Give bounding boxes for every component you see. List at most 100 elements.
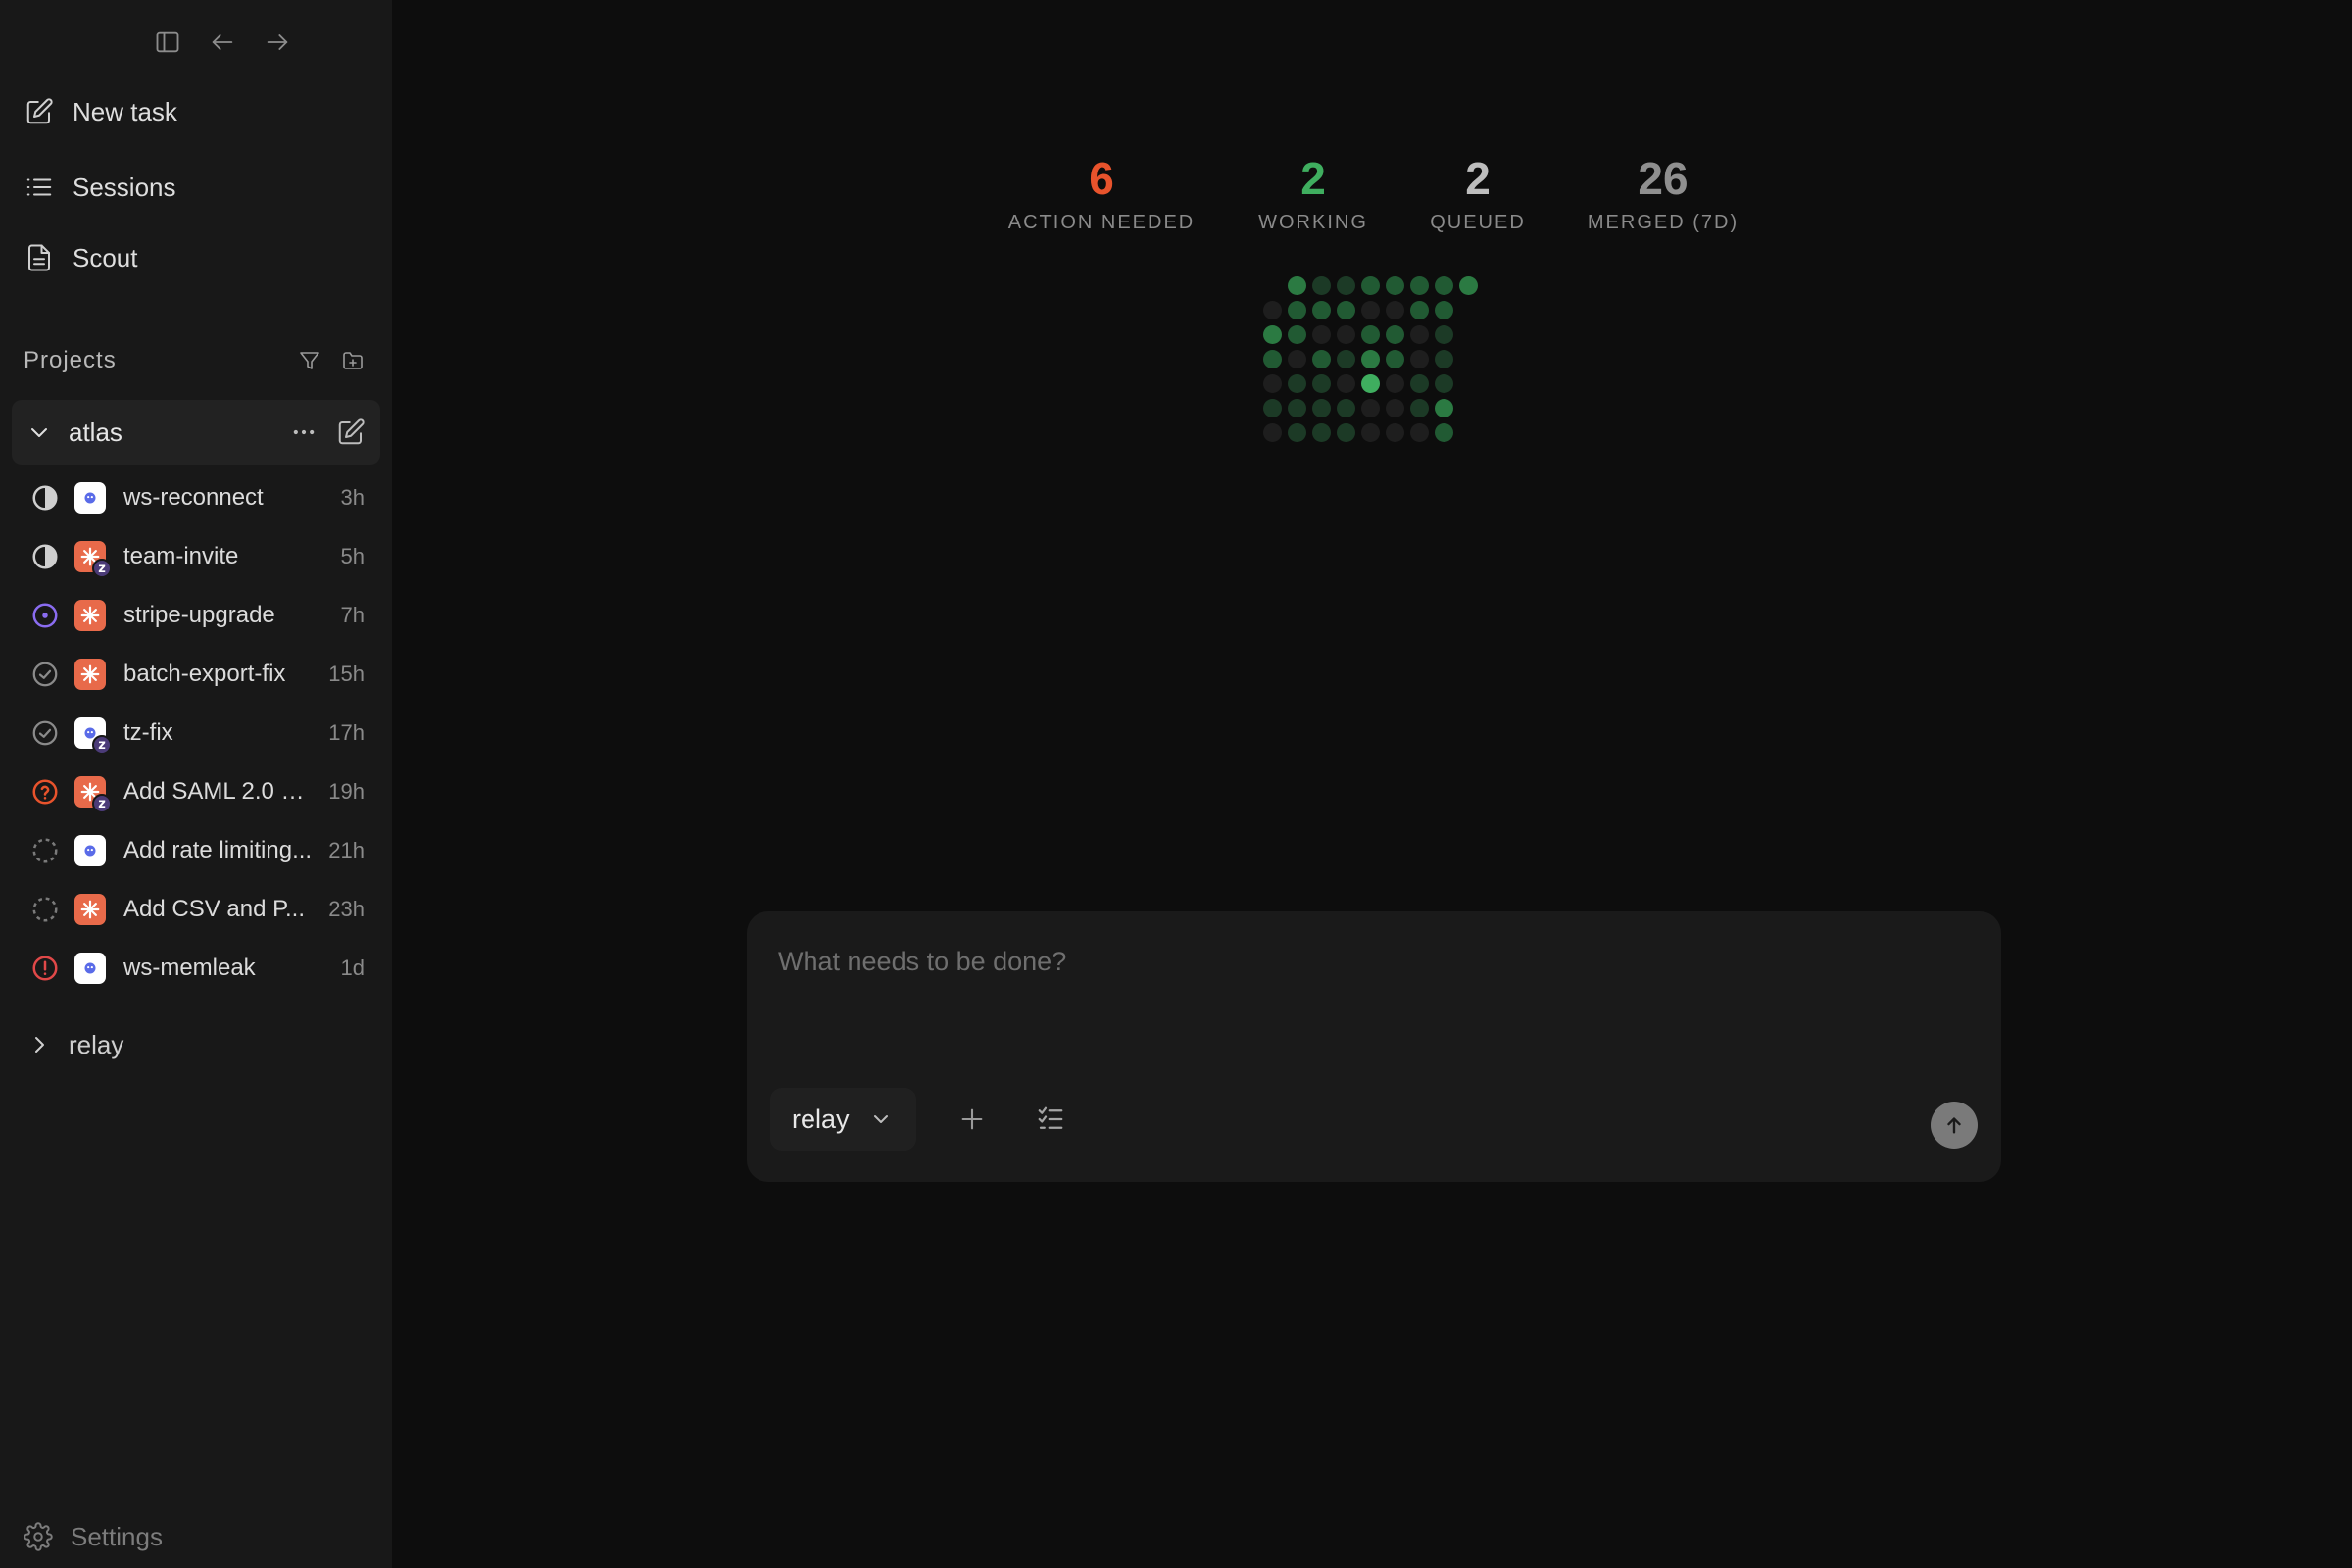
stat-queued[interactable]: 2 QUEUED [1430,149,1526,234]
task-list: ws-reconnect 3h z team-invite 5h stripe-upgra… [24,468,368,998]
task-item[interactable]: z team-invite 5h [24,527,368,586]
task-item[interactable]: batch-export-fix 15h [24,645,368,704]
sparkle-agent-icon [74,894,106,925]
activity-cell [1410,325,1429,344]
activity-cell [1337,301,1355,319]
bot-agent-icon [74,835,106,866]
task-item[interactable]: ws-reconnect 3h [24,468,368,527]
settings-button[interactable]: Settings [24,1517,163,1556]
activity-cell [1312,325,1331,344]
activity-cell [1312,350,1331,368]
activity-cell [1361,423,1380,442]
plus-icon [961,1108,983,1130]
bot-agent-icon: z [74,717,112,755]
stat-working[interactable]: 2 WORKING [1258,149,1368,234]
activity-cell [1263,325,1282,344]
main-panel: 6 ACTION NEEDED 2 WORKING 2 QUEUED 26 ME… [392,0,2352,1568]
stat-action-needed[interactable]: 6 ACTION NEEDED [1008,149,1195,234]
task-name: Add SAML 2.0 si... [123,778,316,805]
task-item[interactable]: z tz-fix 17h [24,704,368,762]
project-more-button[interactable] [286,415,321,450]
running-status-icon [25,596,65,635]
z-badge-icon: z [92,794,112,813]
project-atlas[interactable]: atlas [12,400,380,465]
project-new-task-button[interactable] [333,415,368,450]
sparkle-agent-icon: z [74,776,112,813]
task-composer: What needs to be done? relay [747,911,2001,1182]
task-item[interactable]: Add rate limiting... 21h [24,821,368,880]
add-attachment-button[interactable] [953,1100,992,1139]
add-project-button[interactable] [337,345,368,376]
activity-cell [1410,374,1429,393]
project-relay[interactable]: relay [12,1012,380,1077]
back-button[interactable] [207,24,238,61]
stat-merged[interactable]: 26 MERGED (7D) [1588,149,1739,234]
repo-select[interactable]: relay [770,1088,916,1151]
task-name: stripe-upgrade [123,602,275,628]
task-item[interactable]: Add CSV and P... 23h [24,880,368,939]
project-name: relay [69,1029,124,1059]
task-item[interactable]: stripe-upgrade 7h [24,586,368,645]
stat-value: 2 [1300,153,1326,204]
activity-cell [1288,325,1306,344]
activity-cell [1459,374,1478,393]
activity-cell [1263,374,1282,393]
stat-value: 26 [1638,153,1689,204]
activity-cell [1459,301,1478,319]
filter-projects-button[interactable] [294,345,325,376]
task-input[interactable]: What needs to be done? [778,947,1066,977]
activity-cell [1386,276,1404,295]
activity-cell [1312,423,1331,442]
activity-cell [1435,276,1453,295]
edit-square-icon [338,418,365,445]
dashed-circle-icon [25,831,65,870]
task-time: 15h [328,662,365,686]
activity-cell [1337,374,1355,393]
activity-cell [1386,325,1404,344]
activity-cell [1361,276,1380,295]
activity-cell [1312,276,1331,295]
activity-cell [1263,301,1282,319]
forward-button[interactable] [262,24,293,61]
sparkle-agent-icon [74,659,106,690]
activity-cell [1361,374,1380,393]
toggle-sidebar-button[interactable] [152,24,183,61]
activity-cell [1435,399,1453,417]
activity-cell [1435,350,1453,368]
task-name: ws-memleak [123,955,256,981]
nav-scout-label: Scout [73,242,138,272]
activity-cell [1386,399,1404,417]
stat-value: 6 [1089,153,1114,204]
chevron-down-icon [873,1115,888,1123]
activity-cell [1459,325,1478,344]
task-time: 3h [340,485,365,510]
task-time: 7h [340,603,365,627]
chevron-down-icon [25,418,53,446]
document-icon [24,242,55,273]
bot-agent-icon [74,953,106,984]
activity-cell [1410,350,1429,368]
nav-scout[interactable]: Scout [24,234,368,281]
activity-cell [1337,423,1355,442]
send-button[interactable] [1931,1102,1978,1149]
sidebar: New task Sessions Scout Projects atlas w… [0,0,392,1568]
nav-new-task-label: New task [73,96,177,126]
activity-cell [1288,350,1306,368]
task-item[interactable]: z Add SAML 2.0 si... 19h [24,762,368,821]
task-name: tz-fix [123,719,173,746]
sparkle-agent-icon: z [74,541,112,578]
activity-cell [1263,350,1282,368]
projects-header: Projects [24,343,368,378]
nav-new-task[interactable]: New task [24,88,368,135]
sidebar-toolbar [152,24,293,61]
activity-cell [1288,276,1306,295]
filter-icon [300,352,319,369]
project-name: atlas [69,416,122,447]
activity-cell [1435,423,1453,442]
activity-cell [1361,325,1380,344]
nav-sessions[interactable]: Sessions [24,164,368,211]
task-item[interactable]: ws-memleak 1d [24,939,368,998]
checklist-button[interactable] [1031,1100,1070,1139]
arrow-up-icon [1947,1117,1961,1134]
z-badge-icon: z [92,559,112,578]
